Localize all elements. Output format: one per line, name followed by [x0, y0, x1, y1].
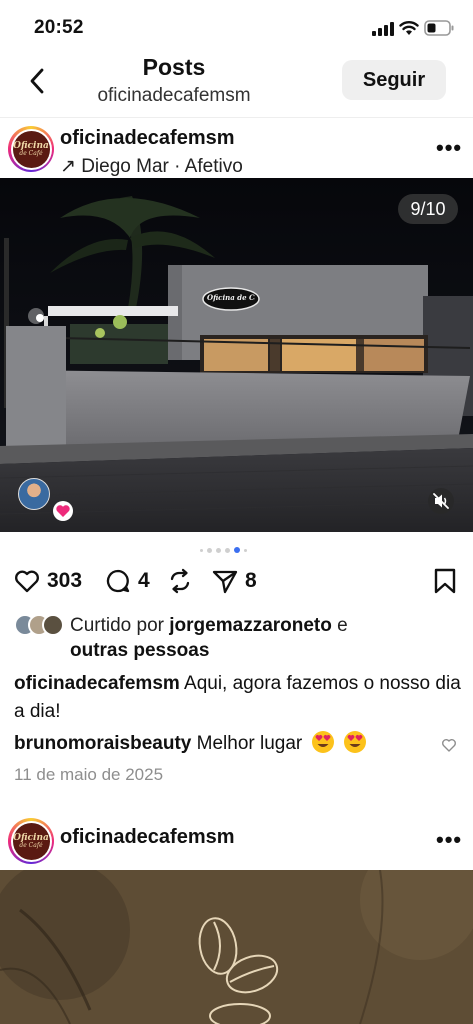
- music-arrow-icon: ↗: [60, 156, 76, 177]
- heart-badge-icon: [53, 501, 73, 521]
- image-counter: 9/10: [398, 194, 458, 224]
- post-header: Oficina de Café oficinadecafemsm ↗ Diego…: [0, 122, 473, 184]
- carousel-dot: [207, 547, 212, 553]
- carousel-indicator: [200, 546, 247, 554]
- post-date: 11 de maio de 2025: [14, 765, 164, 784]
- carousel-dot: [216, 547, 221, 553]
- repost-arrows-icon: [170, 568, 190, 594]
- post-actions-bar: 303 4 8: [0, 564, 473, 598]
- post-header: Oficina de Café oficinadecafemsm •••: [0, 814, 473, 876]
- wifi-icon: [399, 21, 419, 35]
- clock: 20:52: [34, 17, 84, 38]
- heart-eyes-emoji-icon: [311, 731, 334, 753]
- liked-by-others[interactable]: outras pessoas: [14, 637, 464, 664]
- comment-button[interactable]: 4: [104, 564, 150, 598]
- post-photo[interactable]: Oficina de Café 9/10: [0, 178, 473, 532]
- comment-text: Melhor lugar: [196, 733, 303, 754]
- tagged-user-avatar[interactable]: [18, 478, 50, 510]
- battery-icon: [424, 20, 454, 36]
- bookmark-icon[interactable]: [432, 567, 458, 595]
- cafe-night-facade-image: [0, 178, 473, 532]
- follow-button[interactable]: Seguir: [342, 60, 446, 100]
- post-photo[interactable]: [0, 870, 473, 1024]
- post-music-info[interactable]: ↗ Diego Mar · Afetivo: [60, 155, 243, 178]
- status-bar: 20:52: [0, 0, 473, 52]
- comment-bubble-icon: [106, 569, 130, 593]
- like-button[interactable]: 303: [13, 564, 82, 598]
- liked-by-row[interactable]: Curtido por jorgemazzaroneto e outras pe…: [14, 612, 464, 664]
- post-username[interactable]: oficinadecafemsm: [60, 127, 235, 150]
- page-subtitle: oficinadecafemsm: [97, 85, 251, 106]
- liker-avatar: [42, 614, 64, 636]
- top-comment[interactable]: brunomoraisbeauty Melhor lugar: [14, 730, 434, 758]
- avatar[interactable]: Oficina de Café: [8, 126, 54, 172]
- storefront-sign: Oficina de Café: [207, 293, 255, 302]
- liker-avatars: [14, 614, 66, 636]
- caption-username[interactable]: oficinadecafemsm: [14, 673, 180, 694]
- page-title: Posts: [142, 54, 206, 80]
- carousel-dot: [200, 548, 203, 552]
- liked-by-prefix: Curtido por: [70, 615, 164, 636]
- top-nav-bar: Posts oficinadecafemsm Seguir: [0, 52, 473, 118]
- more-options-icon[interactable]: •••: [436, 135, 461, 160]
- cellular-signal-icon: [372, 22, 394, 36]
- oficina-de-cafe-logo: Oficina de Café: [12, 822, 50, 860]
- comment-like-heart-icon[interactable]: [441, 737, 457, 753]
- liked-by-and: e: [337, 615, 348, 636]
- liked-by-username[interactable]: jorgemazzaroneto: [169, 615, 332, 636]
- carousel-dot: [244, 548, 247, 552]
- comment-username[interactable]: brunomoraisbeauty: [14, 733, 191, 754]
- share-button[interactable]: 8: [211, 564, 257, 598]
- mute-button[interactable]: [428, 488, 454, 514]
- oficina-de-cafe-logo: Oficina de Café: [12, 130, 50, 168]
- more-options-icon[interactable]: •••: [436, 827, 461, 852]
- share-count: 8: [245, 569, 257, 592]
- post-username[interactable]: oficinadecafemsm: [60, 826, 235, 849]
- carousel-dot: [225, 547, 230, 553]
- like-count: 303: [47, 569, 83, 592]
- avatar[interactable]: Oficina de Café: [8, 818, 54, 864]
- speaker-muted-icon: [433, 493, 449, 509]
- repost-button[interactable]: [166, 564, 194, 598]
- comment-count: 4: [138, 569, 150, 592]
- carousel-dot: [234, 547, 240, 553]
- heart-eyes-emoji-icon: [343, 731, 366, 753]
- post-caption: oficinadecafemsm Aqui, agora fazemos o n…: [14, 670, 464, 726]
- music-label: Diego Mar · Afetivo: [81, 156, 243, 177]
- paper-plane-icon: [212, 570, 238, 594]
- coffee-beans-illustration-image: [0, 870, 473, 1024]
- heart-outline-icon: [15, 570, 39, 593]
